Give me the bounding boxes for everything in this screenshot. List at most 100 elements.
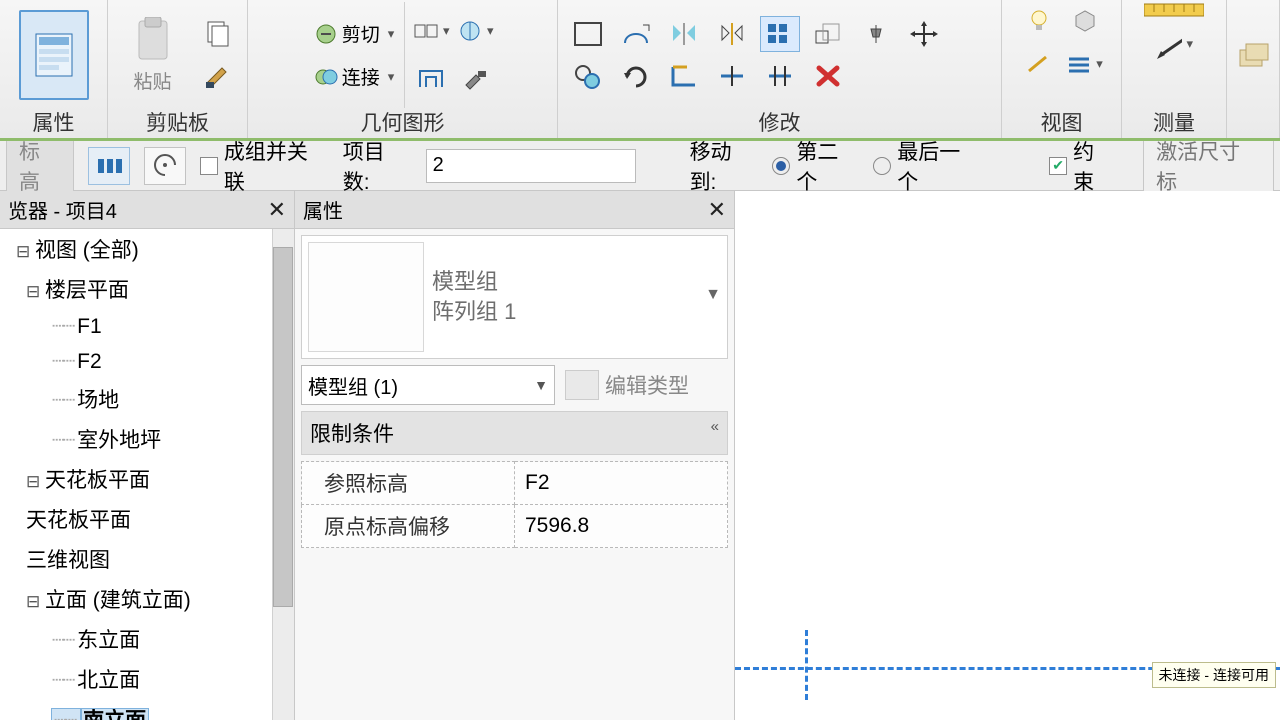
delete-button[interactable] <box>808 58 848 94</box>
mirror-draw-icon <box>717 21 747 47</box>
type-family-label: 模型组 <box>432 267 516 297</box>
ribbon-group-view: 视图 <box>1002 0 1122 138</box>
edit-type-label: 编辑类型 <box>605 370 689 400</box>
selection-filter-combo[interactable]: 模型组 (1) ▼ <box>301 365 555 405</box>
activate-dimensions-button[interactable]: 激活尺寸标 <box>1143 131 1274 201</box>
split-face-button[interactable] <box>455 13 495 49</box>
cope-button[interactable] <box>411 13 451 49</box>
group-associate-option[interactable]: 成组并关联 <box>200 136 329 196</box>
radial-array-button[interactable] <box>144 147 186 185</box>
scale-button[interactable] <box>808 16 848 52</box>
cut-geometry-button[interactable]: 剪切 <box>310 18 399 49</box>
ribbon-group-extra <box>1227 0 1280 138</box>
wall-opening-button[interactable] <box>411 61 451 97</box>
cope-icon <box>413 19 439 43</box>
constraints-category-header[interactable]: 限制条件 « <box>301 411 728 455</box>
properties-table: 参照标高 F2 原点标高偏移 7596.8 <box>301 461 728 548</box>
linear-array-button[interactable] <box>88 147 130 185</box>
properties-button[interactable] <box>19 10 89 100</box>
group-associate-label: 成组并关联 <box>224 136 329 196</box>
hidden-lines-button[interactable] <box>1065 2 1105 38</box>
selection-filter-value: 模型组 (1) <box>308 371 398 400</box>
tree-node-views: 视图 (全部) <box>0 229 294 269</box>
paintbrush-button[interactable] <box>198 58 238 94</box>
align-button[interactable] <box>568 16 608 52</box>
constrain-label: 约束 <box>1073 136 1115 196</box>
mirror-draw-button[interactable] <box>712 16 752 52</box>
create-group-button[interactable] <box>1233 37 1273 73</box>
join-geometry-button[interactable]: 连接 <box>310 61 399 92</box>
trim-multi-button[interactable] <box>760 58 800 94</box>
offset-button[interactable] <box>616 16 656 52</box>
constrain-option[interactable]: ✔ 约束 <box>1049 136 1115 196</box>
bulb-icon <box>1027 8 1051 32</box>
close-icon[interactable]: ✕ <box>708 197 726 223</box>
property-value[interactable]: 7596.8 <box>515 505 728 548</box>
edit-type-icon <box>565 370 599 400</box>
trim-single-icon <box>717 63 747 89</box>
scrollbar-thumb[interactable] <box>273 247 293 607</box>
level-marker-stem[interactable] <box>805 630 808 700</box>
properties-panel: 属性 ✕ 模型组 阵列组 1 ▼ 模型组 (1) ▼ 编辑类型 <box>295 191 735 720</box>
ribbon: 属性 粘贴 <box>0 0 1280 141</box>
move-arrows-icon <box>909 21 939 47</box>
copy-button[interactable] <box>568 58 608 94</box>
join-label: 连接 <box>342 63 380 90</box>
match-properties-button[interactable] <box>198 16 238 52</box>
moveto-last-label: 最后一个 <box>897 136 981 196</box>
mirror-pick-button[interactable] <box>664 16 704 52</box>
hammer-icon <box>462 67 488 91</box>
close-icon[interactable]: ✕ <box>268 197 286 223</box>
project-browser-panel: 览器 - 项目4 ✕ 视图 (全部) 楼层平面 ┈┈ F1 ┈┈ F2 ┈┈ 场… <box>0 191 295 720</box>
paste-label: 粘贴 <box>133 67 171 94</box>
measure-between-button[interactable] <box>1154 26 1194 62</box>
ribbon-group-label: 属性 <box>33 108 75 136</box>
pin-icon <box>861 21 891 47</box>
collapse-icon[interactable]: « <box>711 418 719 448</box>
project-browser-tree[interactable]: 视图 (全部) 楼层平面 ┈┈ F1 ┈┈ F2 ┈┈ 场地 ┈┈ 室外地坪 天… <box>0 229 294 720</box>
paste-button[interactable]: 粘贴 <box>118 10 188 100</box>
rotate-button[interactable] <box>616 58 656 94</box>
drawing-canvas[interactable]: 未连接 - 连接可用 <box>735 191 1280 720</box>
light-button[interactable] <box>1019 2 1059 38</box>
item-count-input[interactable] <box>426 149 636 183</box>
tree-item-elevation: ┈┈ 北立面 <box>0 659 294 699</box>
properties-title: 属性 <box>303 195 343 224</box>
project-browser-title: 览器 - 项目4 <box>8 195 117 224</box>
type-selector[interactable]: 模型组 阵列组 1 ▼ <box>301 235 728 359</box>
document-copy-icon <box>204 20 232 48</box>
scrollbar[interactable] <box>272 229 294 720</box>
edit-type-button[interactable]: 编辑类型 <box>565 370 689 400</box>
moveto-last-option[interactable]: 最后一个 <box>873 136 981 196</box>
align-icon <box>573 21 603 47</box>
tree-node-3d: 三维视图 <box>0 539 294 579</box>
linework-button[interactable] <box>1065 46 1105 82</box>
radio-off-icon <box>873 157 891 175</box>
properties-title-bar: 属性 ✕ <box>295 191 734 229</box>
wall-opening-icon <box>418 67 444 91</box>
copy-icon <box>573 63 603 89</box>
tree-item-elevation-selected: ┈┈ 南立面 <box>0 699 294 720</box>
options-bar: 标高 成组并关联 项目数: 移动到: 第二个 最后一个 ✔ 约束 激活尺寸标 <box>0 141 1280 191</box>
ribbon-group-label: 修改 <box>759 108 801 136</box>
property-value[interactable]: F2 <box>515 462 728 505</box>
type-dropdown-arrow[interactable]: ▼ <box>524 286 721 308</box>
ribbon-group-measure: 测量 <box>1122 0 1227 138</box>
box-stack-icon <box>1236 40 1270 70</box>
tree-node-ceiling: 天花板平面 <box>0 459 294 499</box>
linear-array-icon <box>95 153 123 179</box>
tree-item-floorplan: ┈┈ 场地 <box>0 379 294 419</box>
ribbon-group-geometry: 剪切 连接 <box>248 0 558 138</box>
array-grid-icon <box>765 21 795 47</box>
thin-lines-button[interactable] <box>1019 46 1059 82</box>
pin-button[interactable] <box>856 16 896 52</box>
ribbon-group-label: 剪贴板 <box>146 108 209 136</box>
array-button[interactable] <box>760 16 800 52</box>
trim-extend-button[interactable] <box>664 58 704 94</box>
move-button[interactable] <box>904 16 944 52</box>
demolish-button[interactable] <box>455 61 495 97</box>
type-name-label: 阵列组 1 <box>432 297 516 327</box>
trim-single-button[interactable] <box>712 58 752 94</box>
moveto-second-option[interactable]: 第二个 <box>772 136 859 196</box>
cut-label: 剪切 <box>342 20 380 47</box>
